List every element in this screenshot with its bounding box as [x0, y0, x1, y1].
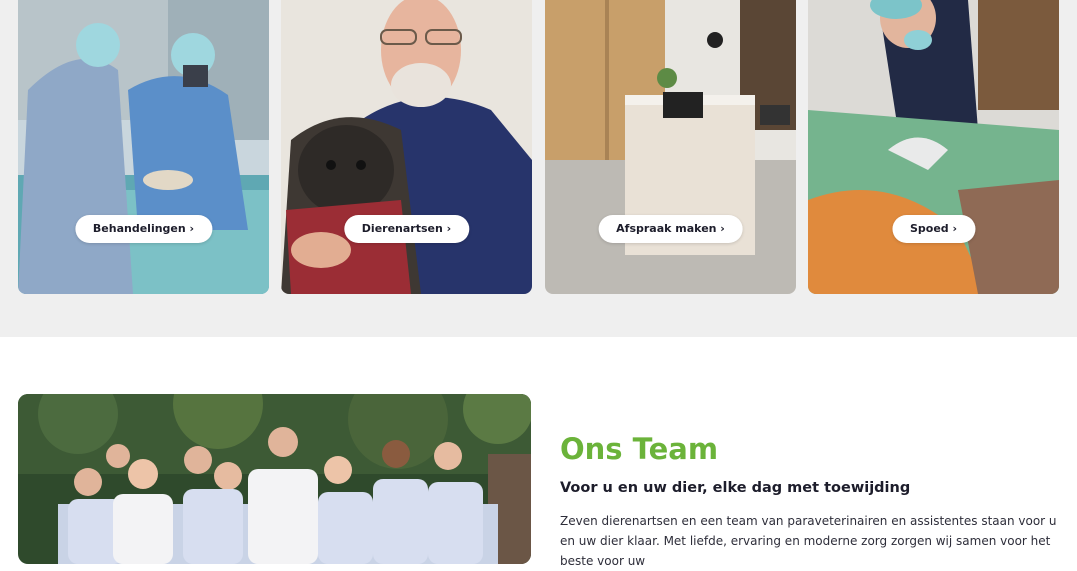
reception-photo — [545, 0, 796, 294]
team-description: Zeven dierenartsen en een team van parav… — [560, 514, 1057, 568]
emergency-button[interactable]: Spoed › — [891, 215, 976, 243]
vets-card[interactable]: Dierenartsen › — [281, 0, 532, 294]
appointment-card[interactable]: Afspraak maken › — [545, 0, 796, 294]
team-photo — [18, 394, 531, 564]
emergency-treatment-photo — [808, 0, 1059, 294]
treatments-button[interactable]: Behandelingen › — [74, 215, 213, 243]
vets-button[interactable]: Dierenartsen › — [343, 215, 470, 243]
vet-with-dog-photo — [281, 0, 532, 294]
team-subtitle: Voor u en uw dier, elke dag met toewijdi… — [560, 480, 911, 496]
quick-links-section: Behandelingen › Dierenartsen › Afspraak … — [0, 0, 1077, 337]
appointment-button[interactable]: Afspraak maken › — [598, 215, 743, 243]
team-title: Ons Team — [560, 432, 719, 466]
surgery-photo — [18, 0, 269, 294]
treatments-card[interactable]: Behandelingen › — [18, 0, 269, 294]
emergency-card[interactable]: Spoed › — [808, 0, 1059, 294]
team-section: Ons Team Voor u en uw dier, elke dag met… — [560, 430, 1065, 571]
